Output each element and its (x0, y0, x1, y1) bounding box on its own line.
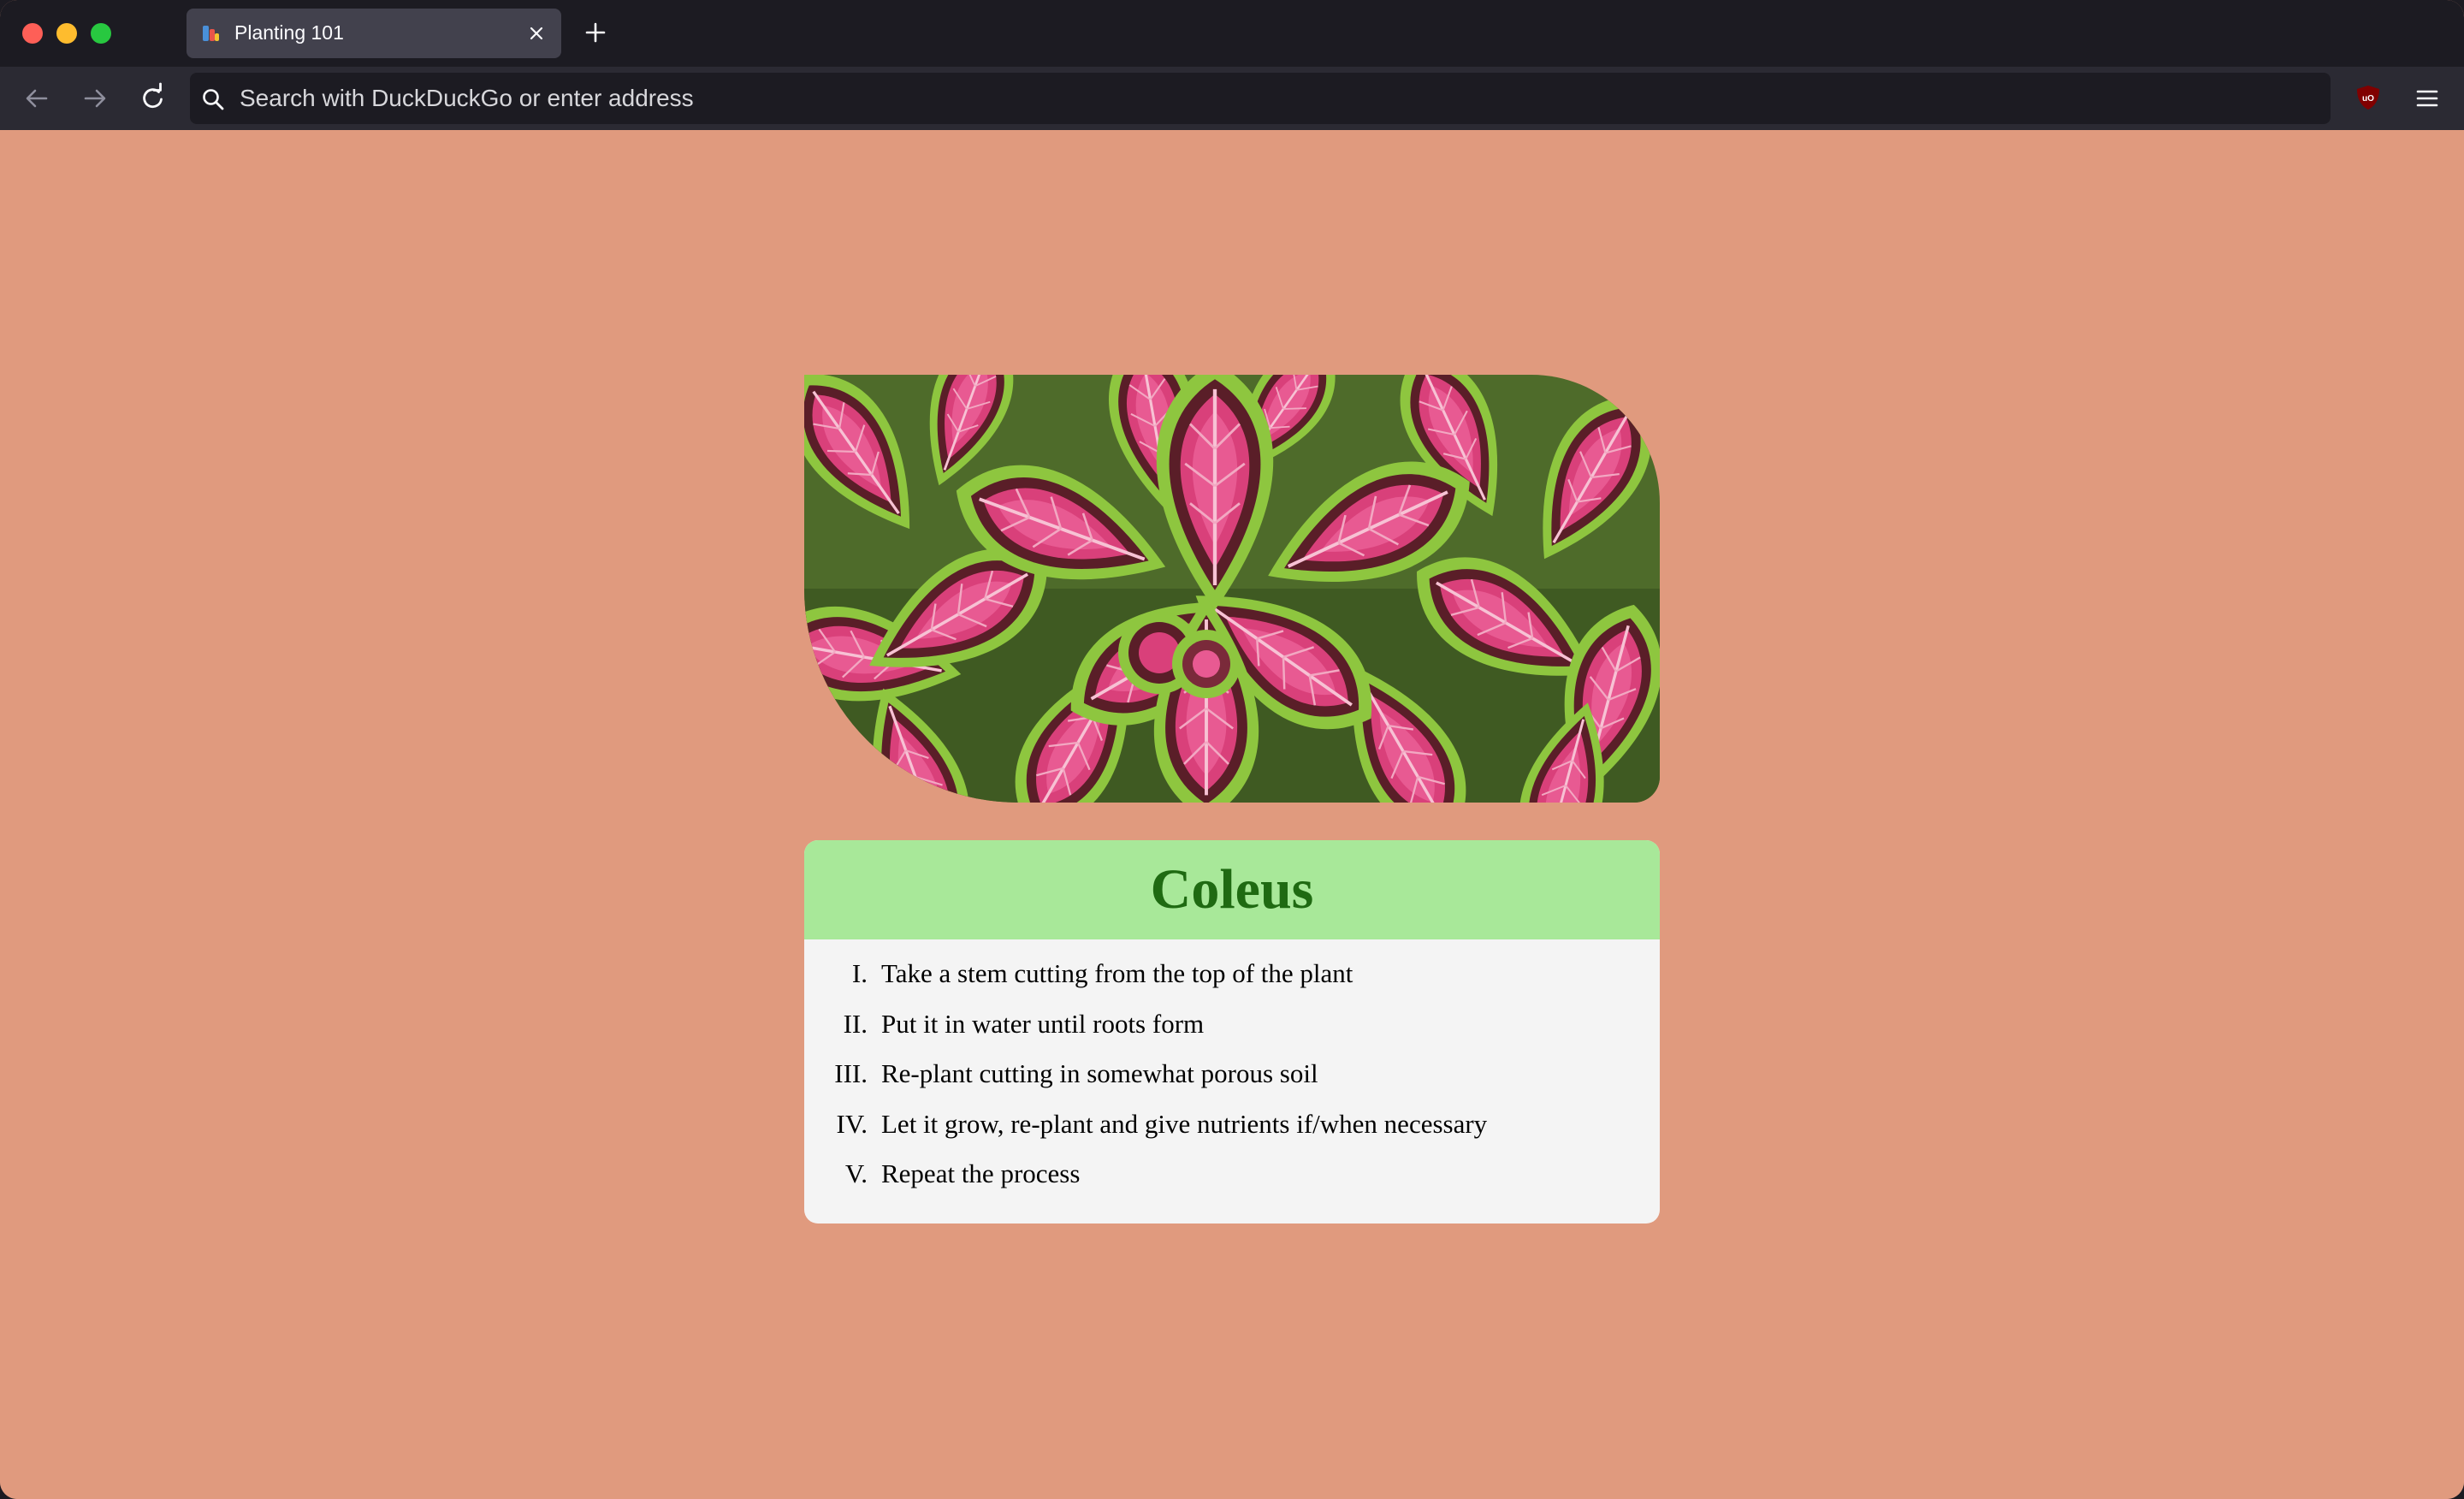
planting-steps-list: I. Take a stem cutting from the top of t… (804, 939, 1660, 1209)
window-close-button[interactable] (22, 23, 43, 44)
step-number: V. (844, 1158, 868, 1188)
coleus-photo (804, 375, 1660, 803)
step-text: Repeat the process (881, 1158, 1081, 1188)
list-item: II. Put it in water until roots form (804, 1009, 1660, 1059)
step-text: Put it in water until roots form (881, 1008, 1205, 1039)
list-item: III. Re-plant cutting in somewhat porous… (804, 1058, 1660, 1109)
step-number: II. (843, 1008, 868, 1039)
arrow-right-icon[interactable] (79, 82, 111, 115)
plant-card: Coleus I. Take a stem cutting from the t… (804, 840, 1660, 1223)
tab-title: Planting 101 (234, 21, 344, 44)
window-maximize-button[interactable] (91, 23, 111, 44)
list-item: V. Repeat the process (804, 1158, 1660, 1209)
list-item: I. Take a stem cutting from the top of t… (804, 958, 1660, 1009)
navigation-toolbar: uO (0, 67, 2464, 131)
tab-strip: Planting 101 (0, 0, 2464, 67)
url-bar[interactable] (190, 73, 2331, 124)
plus-icon[interactable] (582, 19, 609, 46)
step-number: IV. (836, 1108, 868, 1139)
ublock-origin-icon[interactable]: uO (2354, 84, 2382, 111)
list-item: IV. Let it grow, re-plant and give nutri… (804, 1109, 1660, 1159)
card-header: Coleus (804, 840, 1660, 939)
step-text: Let it grow, re-plant and give nutrients… (881, 1108, 1488, 1139)
reload-icon[interactable] (137, 82, 169, 115)
close-icon[interactable] (524, 21, 549, 46)
arrow-left-icon[interactable] (21, 82, 53, 115)
svg-text:uO: uO (2362, 94, 2374, 104)
browser-window: Planting 101 Search with DuckDuckGo or e… (0, 0, 2464, 1499)
step-number: III. (834, 1058, 868, 1088)
tab-planting-101[interactable]: Planting 101 (187, 9, 561, 58)
step-text: Take a stem cutting from the top of the … (881, 958, 1353, 988)
step-text: Re-plant cutting in somewhat porous soil (881, 1058, 1318, 1088)
plant-title: Coleus (1150, 858, 1314, 921)
step-number: I. (851, 958, 868, 988)
planting-favicon-icon (200, 23, 221, 44)
window-minimize-button[interactable] (56, 23, 77, 44)
page-content: Coleus I. Take a stem cutting from the t… (0, 130, 2464, 1499)
url-input[interactable] (240, 73, 2293, 124)
search-icon (200, 86, 226, 112)
hamburger-menu-icon[interactable] (2413, 84, 2442, 113)
